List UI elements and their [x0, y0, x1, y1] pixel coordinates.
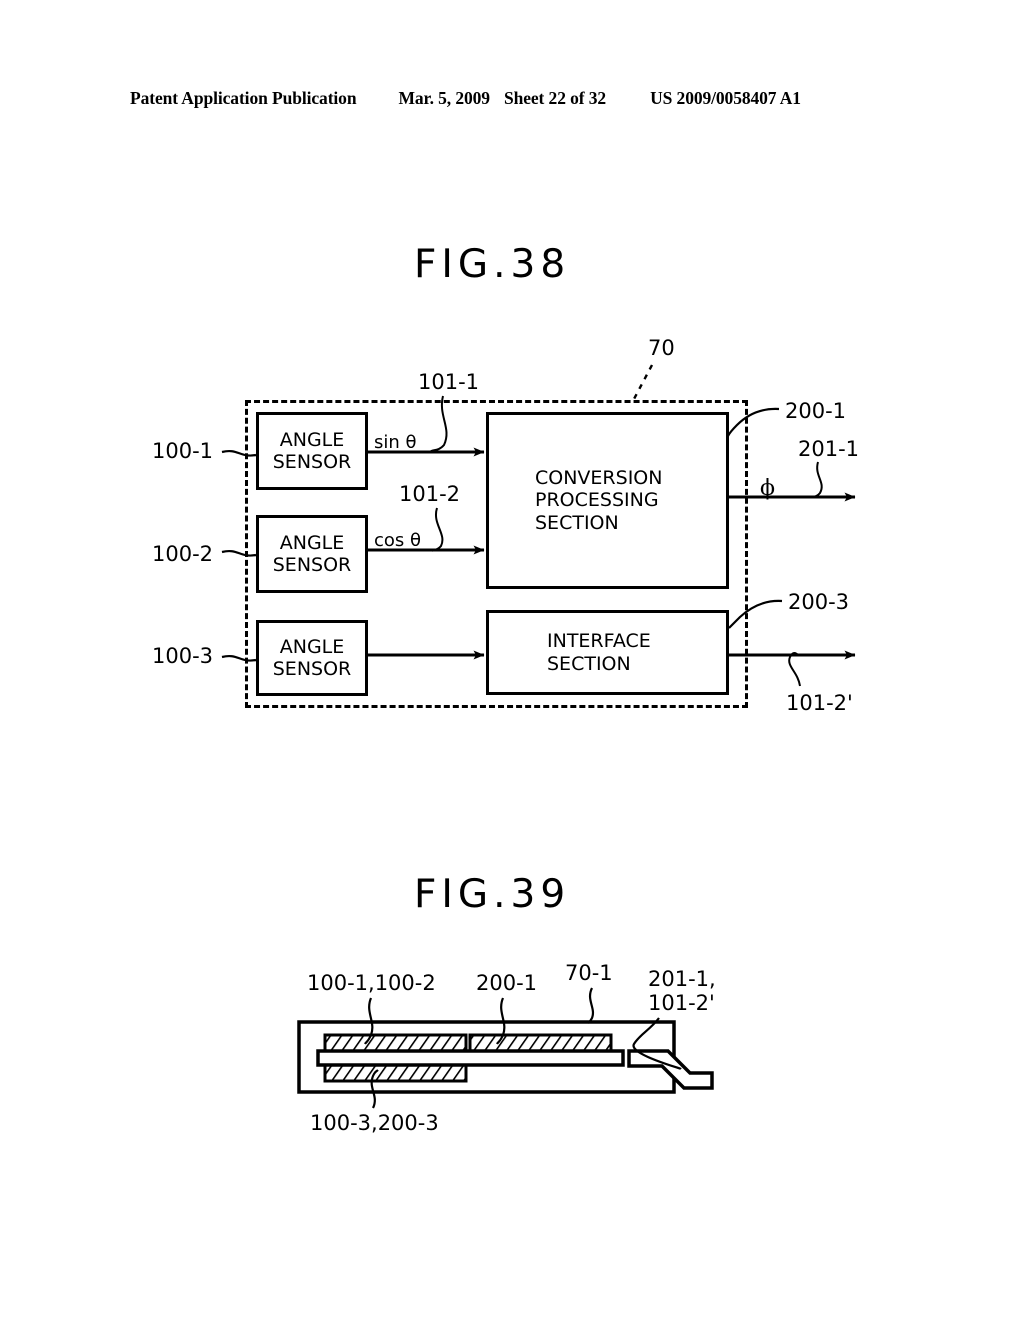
sheet-number: Sheet 22 of 32 — [503, 88, 607, 108]
ref-200-1-package: 200-1 — [476, 971, 538, 995]
block-angle-sensor-100-1: ANGLE SENSOR — [256, 412, 368, 490]
publication-label: Patent Application Publication — [130, 88, 357, 108]
patent-number: US 2009/0058407 A1 — [650, 88, 801, 108]
fig39-leader-lines — [364, 987, 682, 1109]
page-header: Patent Application Publication Mar. 5, 2… — [130, 88, 894, 114]
fig39-hatched-layers — [323, 1033, 613, 1083]
signal-label-sin-theta: sin θ — [374, 432, 417, 453]
ref-201-1-101-2-prime: 201-1, 101-2' — [648, 967, 716, 1015]
block-interface-section-200-3: INTERFACE SECTION — [486, 610, 729, 695]
ref-201-1: 201-1 — [798, 437, 860, 461]
block-angle-sensor-100-3: ANGLE SENSOR — [256, 620, 368, 696]
ref-101-2-prime: 101-2' — [786, 691, 853, 715]
ref-70: 70 — [648, 336, 675, 360]
ref-100-3-200-3: 100-3,200-3 — [310, 1111, 439, 1135]
ref-100-2: 100-2 — [152, 542, 214, 566]
block-label: INTERFACE SECTION — [547, 630, 651, 675]
block-label: ANGLE SENSOR — [272, 428, 352, 473]
ref-100-1: 100-1 — [152, 439, 214, 463]
block-conversion-processing-section-200-1: CONVERSION PROCESSING SECTION — [486, 412, 729, 589]
block-label: ANGLE SENSOR — [272, 531, 352, 576]
block-angle-sensor-100-2: ANGLE SENSOR — [256, 515, 368, 593]
ref-70-1: 70-1 — [565, 961, 613, 985]
figure-39-title: FIG.39 — [414, 872, 571, 917]
fig39-substrate-bar — [316, 1049, 625, 1067]
fig39-package-outline — [297, 1020, 676, 1094]
ref-100-3: 100-3 — [152, 644, 214, 668]
signal-label-phi: ϕ — [760, 476, 775, 501]
ref-200-3: 200-3 — [788, 590, 850, 614]
block-label: ANGLE SENSOR — [272, 635, 352, 680]
figure-38-title: FIG.38 — [414, 242, 571, 287]
publication-date: Mar. 5, 2009 — [398, 88, 490, 108]
fig39-lead-frame — [627, 1049, 714, 1090]
ref-101-2: 101-2 — [399, 482, 461, 506]
ref-200-1: 200-1 — [785, 399, 847, 423]
signal-label-cos-theta: cos θ — [374, 530, 422, 551]
ref-100-1-100-2: 100-1,100-2 — [307, 971, 436, 995]
block-label: CONVERSION PROCESSING SECTION — [535, 467, 663, 534]
ref-101-1: 101-1 — [418, 370, 480, 394]
